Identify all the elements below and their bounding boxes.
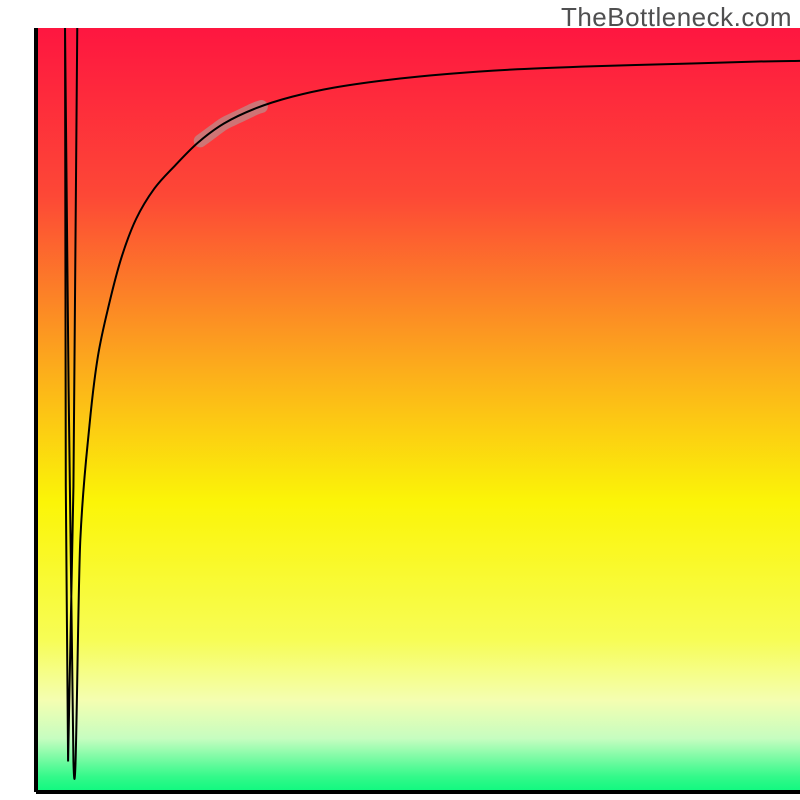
chart-frame: TheBottleneck.com xyxy=(0,0,800,800)
watermark-text: TheBottleneck.com xyxy=(561,2,792,33)
bottleneck-chart xyxy=(0,0,800,800)
plot-background xyxy=(36,28,800,792)
